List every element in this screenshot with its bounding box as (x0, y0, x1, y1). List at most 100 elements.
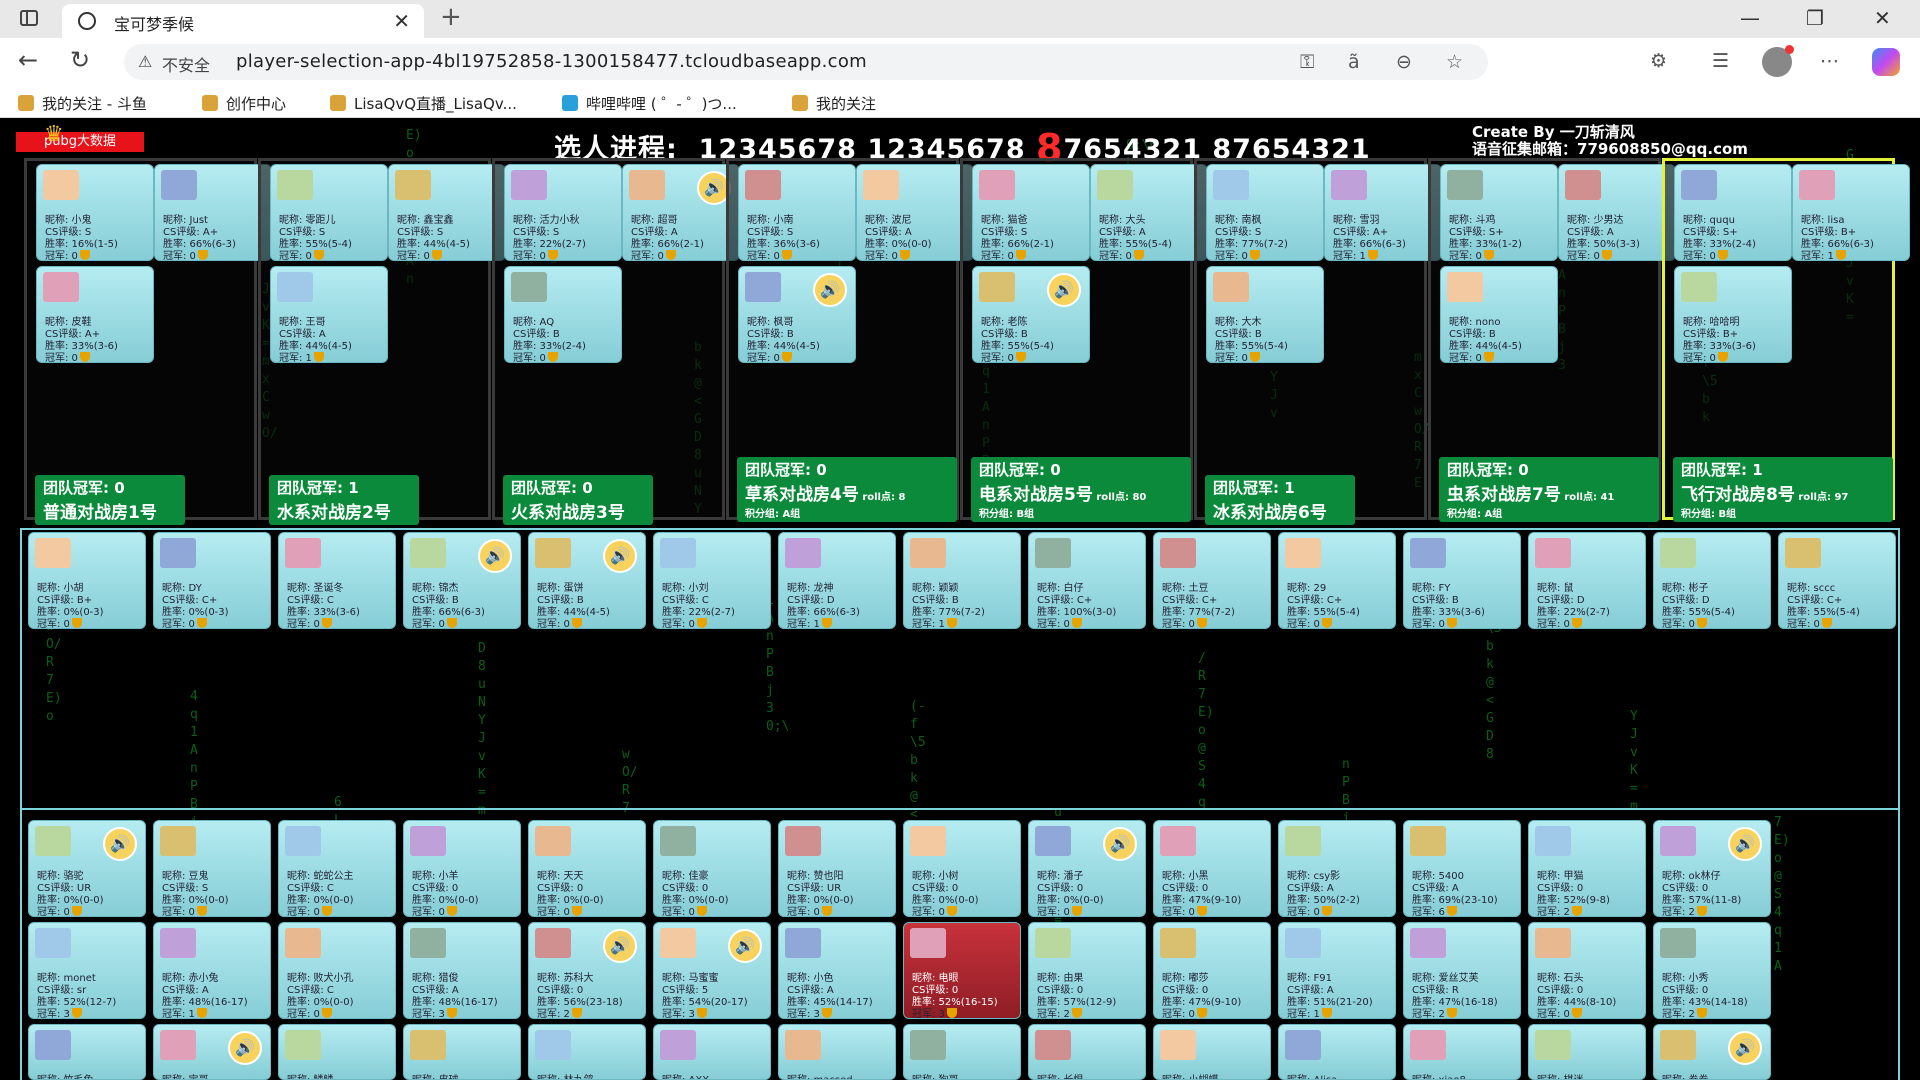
player-card[interactable]: 🔊 昵称: 苏科大 CS评级: 0 胜率: 56%(23-18) 冠军: 2 (528, 922, 646, 1019)
player-card[interactable]: 昵称: Alisa (1278, 1024, 1396, 1080)
player-card[interactable]: 🔊 昵称: 锦杰 CS评级: B 胜率: 66%(6-3) 冠军: 0 (403, 532, 521, 629)
player-card[interactable]: 昵称: 雪羽 CS评级: A+ 胜率: 66%(6-3) 冠军: 1 (1324, 164, 1442, 261)
browser-tab[interactable]: 宝可梦季候 ✕ (62, 4, 424, 38)
player-card[interactable]: 昵称: 小秀 CS评级: 0 胜率: 43%(14-18) 冠军: 2 (1653, 922, 1771, 1019)
player-card[interactable]: 昵称: 鳞鳞 (278, 1024, 396, 1080)
player-card[interactable]: 昵称: AXX (653, 1024, 771, 1080)
player-card[interactable]: 昵称: macsed (778, 1024, 896, 1080)
back-icon[interactable]: ← (18, 46, 38, 74)
pubg-data-badge[interactable]: pubg大数据 (16, 132, 144, 152)
player-card[interactable]: 昵称: 竹毛兔 (28, 1024, 146, 1080)
speaker-icon[interactable]: 🔊 (813, 273, 847, 307)
extensions-icon[interactable]: ⚙ (1650, 50, 1667, 72)
speaker-icon[interactable]: 🔊 (1728, 827, 1762, 861)
player-card[interactable]: 昵称: 棋迷 (1528, 1024, 1646, 1080)
bookmark-item[interactable]: 我的关注 (792, 93, 876, 114)
bookmark-item[interactable]: 我的关注 - 斗鱼 (18, 93, 147, 114)
player-card[interactable]: 昵称: 狗哥 (903, 1024, 1021, 1080)
refresh-icon[interactable]: ↻ (70, 46, 90, 74)
player-card[interactable]: 🔊 昵称: 老陈 CS评级: B 胜率: 55%(5-4) 冠军: 0 (972, 266, 1090, 363)
sidebar-toggle-icon[interactable] (20, 10, 38, 26)
player-card[interactable]: 昵称: 圣诞冬 CS评级: C 胜率: 33%(3-6) 冠军: 0 (278, 532, 396, 629)
player-card[interactable]: 昵称: 小蝴蝶 (1153, 1024, 1271, 1080)
player-card[interactable]: 昵称: 猫爸 CS评级: S 胜率: 66%(2-1) 冠军: 0 (972, 164, 1090, 261)
speaker-icon[interactable]: 🔊 (1047, 273, 1081, 307)
player-card[interactable]: 昵称: 小鬼 CS评级: S 胜率: 16%(1-5) 冠军: 0 (36, 164, 154, 261)
player-card[interactable]: 昵称: 猎俊 CS评级: A 胜率: 48%(16-17) 冠军: 3 (403, 922, 521, 1019)
player-card[interactable]: 昵称: 皮鞋 CS评级: A+ 胜率: 33%(3-6) 冠军: 0 (36, 266, 154, 363)
profile-avatar[interactable] (1762, 45, 1794, 77)
player-card[interactable]: 🔊 昵称: ok林仔 CS评级: 0 胜率: 57%(11-8) 冠军: 2 (1653, 820, 1771, 917)
player-card[interactable]: 昵称: lisa CS评级: B+ 胜率: 66%(6-3) 冠军: 1 (1792, 164, 1910, 261)
player-card[interactable]: 昵称: 南枫 CS评级: S 胜率: 77%(7-2) 冠军: 0 (1206, 164, 1324, 261)
player-card[interactable]: 🔊 昵称: 枫哥 CS评级: B 胜率: 44%(4-5) 冠军: 0 (738, 266, 856, 363)
favorites-icon[interactable]: ☰ (1712, 50, 1729, 72)
speaker-icon[interactable]: 🔊 (478, 539, 512, 573)
player-card[interactable]: 昵称: 王哥 CS评级: A 胜率: 44%(4-5) 冠军: 1 (270, 266, 388, 363)
player-card[interactable]: 昵称: 彬子 CS评级: D 胜率: 55%(5-4) 冠军: 0 (1653, 532, 1771, 629)
player-card[interactable]: 🔊 昵称: 卷卷 (1653, 1024, 1771, 1080)
player-card[interactable]: 昵称: 皮球 (403, 1024, 521, 1080)
bookmark-item[interactable]: 创作中心 (202, 93, 286, 114)
bookmark-item[interactable]: LisaQvQ直播_LisaQv... (330, 93, 517, 114)
copilot-icon[interactable] (1872, 48, 1900, 76)
player-card[interactable]: 昵称: 小南 CS评级: S 胜率: 36%(3-6) 冠军: 0 (738, 164, 856, 261)
player-card[interactable]: 昵称: 鑫宝鑫 CS评级: S 胜率: 44%(4-5) 冠军: 0 (388, 164, 506, 261)
url-text[interactable]: player-selection-app-4bl19752858-1300158… (236, 51, 867, 72)
player-card[interactable]: 昵称: 小色 CS评级: A 胜率: 45%(14-17) 冠军: 3 (778, 922, 896, 1019)
favorite-star-icon[interactable]: ☆ (1446, 51, 1463, 73)
player-card[interactable]: 昵称: 小黑 CS评级: 0 胜率: 47%(9-10) 冠军: 0 (1153, 820, 1271, 917)
player-card[interactable]: 昵称: AQ CS评级: B 胜率: 33%(2-4) 冠军: 0 (504, 266, 622, 363)
player-card[interactable]: 昵称: 小刘 CS评级: C 胜率: 22%(2-7) 冠军: 0 (653, 532, 771, 629)
player-card[interactable]: 昵称: 零距儿 CS评级: S 胜率: 55%(5-4) 冠军: 0 (270, 164, 388, 261)
player-card[interactable]: 昵称: 电眼 CS评级: 0 胜率: 52%(16-15) 冠军: 3 (903, 922, 1021, 1019)
new-tab-button[interactable]: + (440, 2, 462, 32)
close-tab-icon[interactable]: ✕ (393, 9, 410, 33)
player-card[interactable]: 昵称: 佳豪 CS评级: 0 胜率: 0%(0-0) 冠军: 0 (653, 820, 771, 917)
player-card[interactable]: 昵称: xiao8 (1403, 1024, 1521, 1080)
speaker-icon[interactable]: 🔊 (1728, 1031, 1762, 1065)
key-icon[interactable]: ⚿ (1300, 51, 1314, 73)
player-card[interactable]: 昵称: 长恨 (1028, 1024, 1146, 1080)
zoom-icon[interactable]: ⊖ (1396, 51, 1412, 73)
player-card[interactable]: 昵称: 林九鸽 (528, 1024, 646, 1080)
player-card[interactable]: 昵称: 赤小兔 CS评级: A 胜率: 48%(16-17) 冠军: 1 (153, 922, 271, 1019)
player-card[interactable]: 昵称: ququ CS评级: S+ 胜率: 33%(2-4) 冠军: 0 (1674, 164, 1792, 261)
url-box[interactable]: ⚠ 不安全 player-selection-app-4bl19752858-1… (124, 44, 1488, 80)
player-card[interactable]: 昵称: 哈哈明 CS评级: B+ 胜率: 33%(3-6) 冠军: 0 (1674, 266, 1792, 363)
player-card[interactable]: 🔊 昵称: 骆驼 CS评级: UR 胜率: 0%(0-0) 冠军: 0 (28, 820, 146, 917)
speaker-icon[interactable]: 🔊 (603, 539, 637, 573)
player-card[interactable]: 昵称: 少男达 CS评级: A 胜率: 50%(3-3) 冠军: 0 (1558, 164, 1676, 261)
player-card[interactable]: 🔊 昵称: 宝哥 (153, 1024, 271, 1080)
player-card[interactable]: 昵称: 白仔 CS评级: C+ 胜率: 100%(3-0) 冠军: 0 (1028, 532, 1146, 629)
player-card[interactable]: 昵称: nono CS评级: B 胜率: 44%(4-5) 冠军: 0 (1440, 266, 1558, 363)
minimize-icon[interactable]: — (1740, 6, 1760, 30)
player-card[interactable]: 昵称: 小胡 CS评级: B+ 胜率: 0%(0-3) 冠军: 0 (28, 532, 146, 629)
bookmark-item[interactable]: 哔哩哔哩 ( ゜- ゜)つ... (562, 93, 737, 114)
restore-icon[interactable]: ❐ (1806, 6, 1824, 30)
player-card[interactable]: 昵称: 龙神 CS评级: D 胜率: 66%(6-3) 冠军: 1 (778, 532, 896, 629)
player-card[interactable]: 昵称: csy影 CS评级: A 胜率: 50%(2-2) 冠军: 0 (1278, 820, 1396, 917)
player-card[interactable]: 昵称: 大头 CS评级: A 胜率: 55%(5-4) 冠军: 0 (1090, 164, 1208, 261)
more-icon[interactable]: ⋯ (1820, 50, 1839, 72)
player-card[interactable]: 昵称: 爱丝艾芙 CS评级: R 胜率: 47%(16-18) 冠军: 2 (1403, 922, 1521, 1019)
player-card[interactable]: 昵称: sccc CS评级: C+ 胜率: 55%(5-4) 冠军: 0 (1778, 532, 1896, 629)
player-card[interactable]: 昵称: 鼠 CS评级: D 胜率: 22%(2-7) 冠军: 0 (1528, 532, 1646, 629)
player-card[interactable]: 昵称: 蛇蛇公主 CS评级: C 胜率: 0%(0-0) 冠军: 0 (278, 820, 396, 917)
player-card[interactable]: 🔊 昵称: 潘子 CS评级: 0 胜率: 0%(0-0) 冠军: 0 (1028, 820, 1146, 917)
player-card[interactable]: 昵称: DY CS评级: C+ 胜率: 0%(0-3) 冠军: 0 (153, 532, 271, 629)
player-card[interactable]: 昵称: 嘟莎 CS评级: 0 胜率: 47%(9-10) 冠军: 0 (1153, 922, 1271, 1019)
player-card[interactable]: 昵称: 甲猫 CS评级: 0 胜率: 52%(9-8) 冠军: 2 (1528, 820, 1646, 917)
player-card[interactable]: 昵称: 由果 CS评级: 0 胜率: 57%(12-9) 冠军: 2 (1028, 922, 1146, 1019)
player-card[interactable]: 昵称: 斗鸡 CS评级: S+ 胜率: 33%(1-2) 冠军: 0 (1440, 164, 1558, 261)
player-card[interactable]: 昵称: 豆鬼 CS评级: S 胜率: 0%(0-0) 冠军: 0 (153, 820, 271, 917)
player-card[interactable]: 昵称: Just CS评级: A+ 胜率: 66%(6-3) 冠军: 0 (154, 164, 272, 261)
player-card[interactable]: 昵称: 败犬小孔 CS评级: C 胜率: 0%(0-0) 冠军: 0 (278, 922, 396, 1019)
player-card[interactable]: 昵称: 小树 CS评级: 0 胜率: 0%(0-0) 冠军: 0 (903, 820, 1021, 917)
player-card[interactable]: 昵称: monet CS评级: sr 胜率: 52%(12-7) 冠军: 3 (28, 922, 146, 1019)
player-card[interactable]: 昵称: 29 CS评级: C+ 胜率: 55%(5-4) 冠军: 0 (1278, 532, 1396, 629)
player-card[interactable]: 昵称: 小羊 CS评级: 0 胜率: 0%(0-0) 冠军: 0 (403, 820, 521, 917)
player-card[interactable]: 昵称: 波尼 CS评级: A 胜率: 0%(0-0) 冠军: 0 (856, 164, 974, 261)
player-card[interactable]: 昵称: 土豆 CS评级: C+ 胜率: 77%(7-2) 冠军: 0 (1153, 532, 1271, 629)
player-card[interactable]: 昵称: FY CS评级: B 胜率: 33%(3-6) 冠军: 0 (1403, 532, 1521, 629)
